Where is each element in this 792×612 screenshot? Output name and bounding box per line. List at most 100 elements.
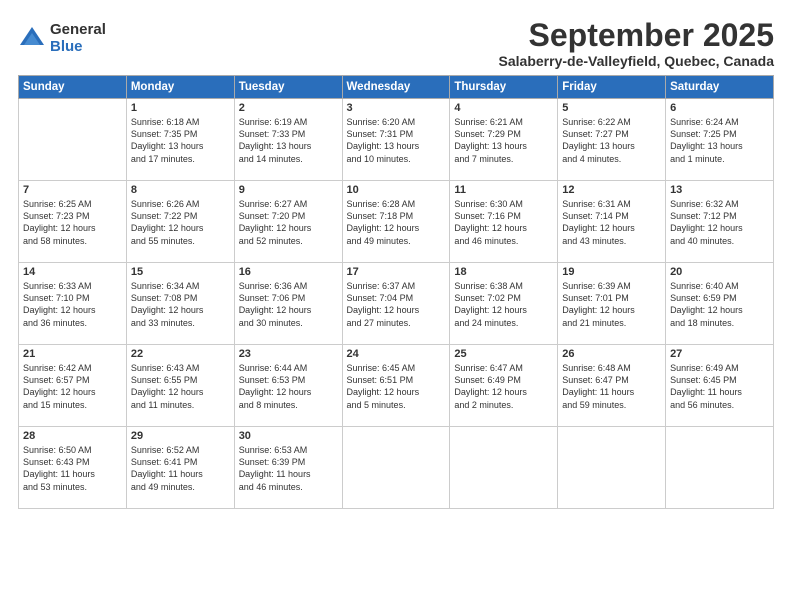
cell-3-4: 25Sunrise: 6:47 AMSunset: 6:49 PMDayligh… — [450, 345, 558, 427]
header-row: Sunday Monday Tuesday Wednesday Thursday… — [19, 76, 774, 99]
cell-line: Sunrise: 6:26 AM — [131, 198, 230, 210]
cell-line: Daylight: 12 hours — [347, 386, 446, 398]
col-thursday: Thursday — [450, 76, 558, 99]
logo-blue-text: Blue — [50, 39, 106, 56]
cell-line: Sunrise: 6:45 AM — [347, 362, 446, 374]
cell-line: Sunrise: 6:20 AM — [347, 116, 446, 128]
cell-line: and 24 minutes. — [454, 317, 553, 329]
cell-line: Daylight: 12 hours — [131, 222, 230, 234]
cell-line: Sunset: 7:29 PM — [454, 128, 553, 140]
cell-line: Sunrise: 6:38 AM — [454, 280, 553, 292]
cell-line: and 53 minutes. — [23, 481, 122, 493]
title-block: September 2025 Salaberry-de-Valleyfield,… — [499, 18, 774, 69]
cell-line: and 8 minutes. — [239, 399, 338, 411]
cell-line: Daylight: 12 hours — [670, 222, 769, 234]
cell-line: Sunrise: 6:19 AM — [239, 116, 338, 128]
cell-line: and 4 minutes. — [562, 153, 661, 165]
cell-line: Sunset: 7:18 PM — [347, 210, 446, 222]
cell-1-6: 13 Sunrise: 6:32 AMSunset: 7:12 PMDayligh… — [666, 181, 774, 263]
cell-2-5: 19Sunrise: 6:39 AMSunset: 7:01 PMDayligh… — [558, 263, 666, 345]
day-number-3-1: 22 — [131, 348, 230, 360]
cell-line: Sunrise: 6:49 AM — [670, 362, 769, 374]
cell-line: Sunrise: 6:21 AM — [454, 116, 553, 128]
day-number-3-2: 23 — [239, 348, 338, 360]
cell-line: Sunrise: 6:40 AM — [670, 280, 769, 292]
cell-line: and 59 minutes. — [562, 399, 661, 411]
cell-line: Sunrise: 6:43 AM — [131, 362, 230, 374]
cell-line: Sunset: 7:01 PM — [562, 292, 661, 304]
cell-line: and 11 minutes. — [131, 399, 230, 411]
cell-line: Daylight: 12 hours — [454, 386, 553, 398]
cell-line: Sunrise: 6:39 AM — [562, 280, 661, 292]
cell-line: Daylight: 13 hours — [562, 140, 661, 152]
cell-line: Daylight: 13 hours — [131, 140, 230, 152]
col-monday: Monday — [126, 76, 234, 99]
day-number-0-4: 4 — [454, 102, 553, 114]
logo: General Blue — [18, 22, 106, 55]
cell-line: Daylight: 12 hours — [23, 222, 122, 234]
day-number-2-5: 19 — [562, 266, 661, 278]
cell-3-1: 22Sunrise: 6:43 AMSunset: 6:55 PMDayligh… — [126, 345, 234, 427]
cell-2-0: 14Sunrise: 6:33 AMSunset: 7:10 PMDayligh… — [19, 263, 127, 345]
cell-line: Sunrise: 6:47 AM — [454, 362, 553, 374]
cell-line: and 2 minutes. — [454, 399, 553, 411]
day-number-2-3: 17 — [347, 266, 446, 278]
week-row-2: 14Sunrise: 6:33 AMSunset: 7:10 PMDayligh… — [19, 263, 774, 345]
cell-line: Sunset: 7:12 PM — [670, 210, 769, 222]
cell-3-6: 27Sunrise: 6:49 AMSunset: 6:45 PMDayligh… — [666, 345, 774, 427]
location: Salaberry-de-Valleyfield, Quebec, Canada — [499, 53, 774, 69]
week-row-3: 21Sunrise: 6:42 AMSunset: 6:57 PMDayligh… — [19, 345, 774, 427]
logo-general-text: General — [50, 22, 106, 39]
cell-line: and 56 minutes. — [670, 399, 769, 411]
cell-line: and 5 minutes. — [347, 399, 446, 411]
day-number-1-0: 7 — [23, 184, 122, 196]
cell-line: and 21 minutes. — [562, 317, 661, 329]
cell-line: and 43 minutes. — [562, 235, 661, 247]
cell-line: Daylight: 12 hours — [454, 222, 553, 234]
cell-line: and 30 minutes. — [239, 317, 338, 329]
cell-line: Daylight: 11 hours — [562, 386, 661, 398]
cell-line: and 14 minutes. — [239, 153, 338, 165]
cell-line: Sunrise: 6:50 AM — [23, 444, 122, 456]
cell-3-3: 24Sunrise: 6:45 AMSunset: 6:51 PMDayligh… — [342, 345, 450, 427]
cell-line: Sunrise: 6:28 AM — [347, 198, 446, 210]
col-saturday: Saturday — [666, 76, 774, 99]
cell-line: Daylight: 11 hours — [670, 386, 769, 398]
cell-line: Sunrise: 6:36 AM — [239, 280, 338, 292]
cell-4-0: 28Sunrise: 6:50 AMSunset: 6:43 PMDayligh… — [19, 427, 127, 509]
cell-line: Daylight: 13 hours — [239, 140, 338, 152]
cell-0-0 — [19, 99, 127, 181]
day-number-4-0: 28 — [23, 430, 122, 442]
cell-2-4: 18Sunrise: 6:38 AMSunset: 7:02 PMDayligh… — [450, 263, 558, 345]
cell-2-3: 17Sunrise: 6:37 AMSunset: 7:04 PMDayligh… — [342, 263, 450, 345]
cell-line: Daylight: 12 hours — [239, 386, 338, 398]
cell-4-5 — [558, 427, 666, 509]
cell-line: Sunrise: 6:42 AM — [23, 362, 122, 374]
cell-line: Sunrise: 6:18 AM — [131, 116, 230, 128]
day-number-2-6: 20 — [670, 266, 769, 278]
day-number-3-0: 21 — [23, 348, 122, 360]
cell-line: Daylight: 12 hours — [670, 304, 769, 316]
day-number-1-6: 13 — [670, 184, 769, 196]
cell-3-5: 26Sunrise: 6:48 AMSunset: 6:47 PMDayligh… — [558, 345, 666, 427]
day-number-4-1: 29 — [131, 430, 230, 442]
cell-line: Sunset: 7:06 PM — [239, 292, 338, 304]
cell-line: Sunset: 6:53 PM — [239, 374, 338, 386]
cell-line: and 33 minutes. — [131, 317, 230, 329]
cell-line: Sunset: 7:14 PM — [562, 210, 661, 222]
calendar-body: 1Sunrise: 6:18 AMSunset: 7:35 PMDaylight… — [19, 99, 774, 509]
cell-line: Sunset: 7:16 PM — [454, 210, 553, 222]
cell-line: and 17 minutes. — [131, 153, 230, 165]
cell-line: and 7 minutes. — [454, 153, 553, 165]
week-row-4: 28Sunrise: 6:50 AMSunset: 6:43 PMDayligh… — [19, 427, 774, 509]
cell-4-4 — [450, 427, 558, 509]
logo-icon — [18, 25, 46, 53]
cell-line: Sunrise: 6:22 AM — [562, 116, 661, 128]
cell-0-2: 2Sunrise: 6:19 AMSunset: 7:33 PMDaylight… — [234, 99, 342, 181]
cell-line: Sunrise: 6:52 AM — [131, 444, 230, 456]
cell-1-5: 12Sunrise: 6:31 AMSunset: 7:14 PMDayligh… — [558, 181, 666, 263]
cell-2-6: 20Sunrise: 6:40 AMSunset: 6:59 PMDayligh… — [666, 263, 774, 345]
cell-line: Sunset: 6:45 PM — [670, 374, 769, 386]
cell-line: Sunrise: 6:32 AM — [670, 198, 769, 210]
cell-1-1: 8Sunrise: 6:26 AMSunset: 7:22 PMDaylight… — [126, 181, 234, 263]
